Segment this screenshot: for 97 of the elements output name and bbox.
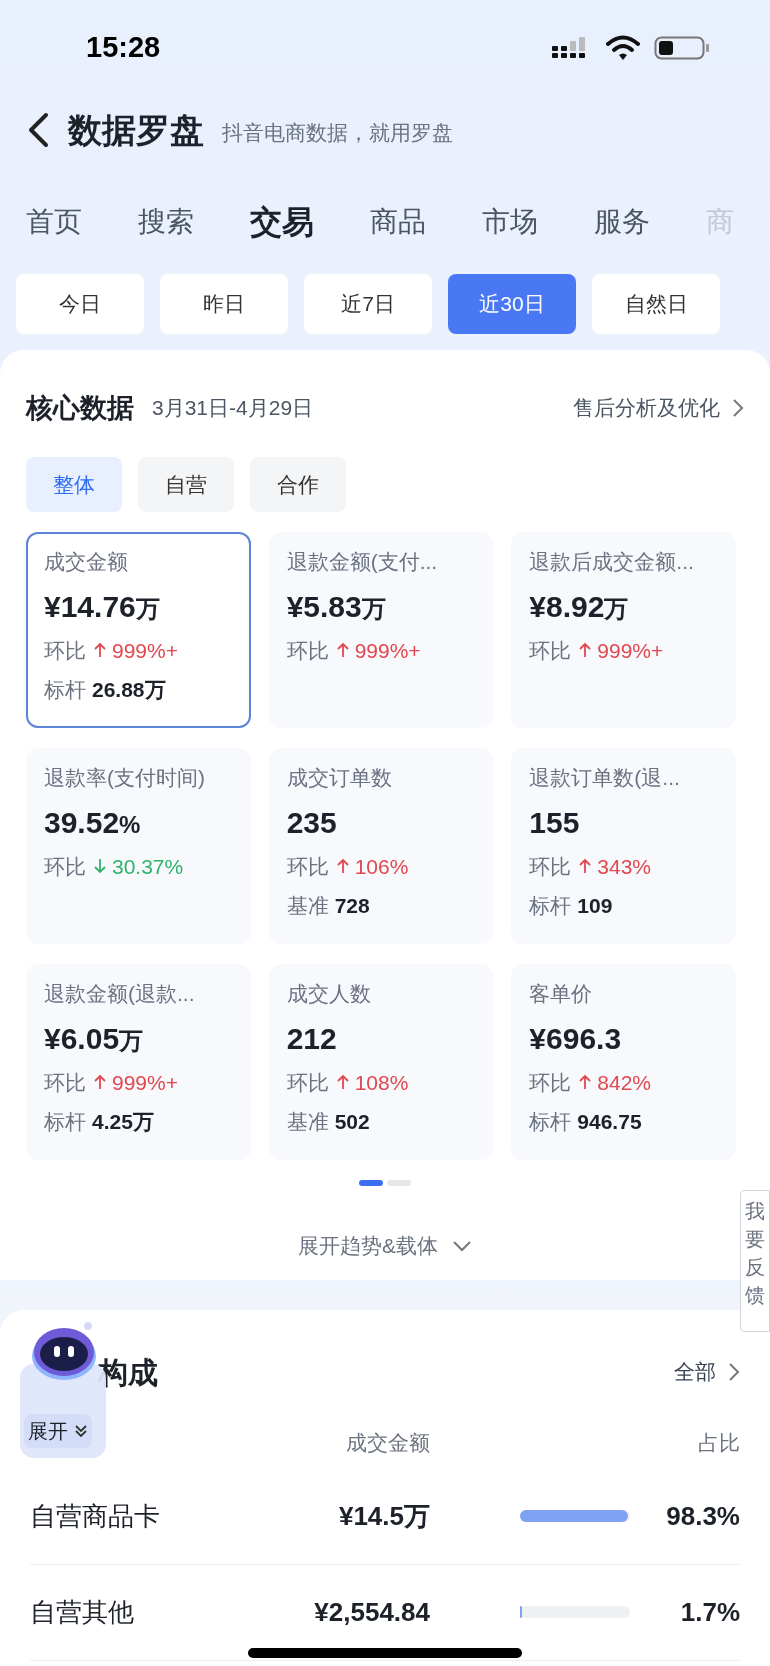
change-label: 环比 — [44, 637, 86, 664]
metric-label: 成交订单数 — [286, 765, 393, 791]
nav-tab[interactable]: 交易 — [250, 198, 314, 246]
change-value: 30.37% — [112, 853, 184, 880]
metric-value: ¥5.83万 — [286, 588, 387, 625]
metric-value: 212 — [286, 1020, 338, 1057]
metric-card[interactable]: 退款金额(支付... ¥5.83万 环比 999%+ — [268, 532, 494, 728]
metric-value: ¥696.3 — [529, 1020, 623, 1057]
chevron-down-icon — [452, 1239, 472, 1252]
battery-icon — [654, 35, 710, 61]
benchmark-label: 标杆 — [44, 677, 86, 703]
metric-label: 客单价 — [529, 981, 594, 1007]
metric-value: ¥6.05万 — [44, 1020, 145, 1057]
change-value: 999%+ — [112, 637, 178, 664]
change-value: 343% — [597, 853, 652, 880]
expand-trend-button[interactable]: 展开趋势&载体 — [298, 1230, 472, 1262]
metric-card[interactable]: 成交订单数 235 环比 106% 基准 728 — [268, 748, 494, 944]
date-range-chip[interactable]: 近30日 — [448, 274, 576, 334]
change-label: 环比 — [529, 637, 572, 664]
metric-card[interactable]: 客单价 ¥696.3 环比 842% 标杆 946.75 — [511, 964, 736, 1160]
change-value: 842% — [597, 1069, 652, 1096]
metric-card[interactable]: 成交人数 212 环比 108% 基准 502 — [268, 964, 494, 1160]
row-share: 98.3% — [665, 1499, 740, 1533]
metric-value: 155 — [529, 804, 581, 841]
row-share: 1.7% — [679, 1595, 740, 1629]
benchmark-label: 标杆 — [529, 893, 572, 919]
metric-label: 退款后成交金额... — [529, 549, 695, 575]
change-label: 环比 — [286, 1069, 329, 1096]
metric-value: ¥14.76万 — [44, 588, 161, 625]
section-title: 核心数据 — [26, 391, 134, 425]
metric-value: 235 — [286, 804, 338, 841]
segment-tab[interactable]: 合作 — [250, 457, 346, 512]
nav-tab[interactable]: 首页 — [26, 201, 82, 243]
benchmark-label: 基准 — [286, 1109, 329, 1135]
after-sales-link[interactable]: 售后分析及优化 — [573, 392, 744, 424]
date-range-chip[interactable]: 昨日 — [160, 274, 288, 334]
nav-tab[interactable]: 搜索 — [138, 201, 194, 243]
change-label: 环比 — [286, 637, 329, 664]
expand-assistant-button[interactable]: 展开 — [24, 1414, 92, 1448]
date-range-chip[interactable]: 自然日 — [592, 274, 720, 334]
metric-card[interactable]: 退款后成交金额... ¥8.92万 环比 999%+ — [511, 532, 736, 728]
metric-value: ¥8.92万 — [529, 588, 630, 625]
metric-label: 退款率(支付时间) — [44, 765, 206, 791]
benchmark-value: 502 — [334, 1109, 370, 1135]
nav-tab[interactable]: 服务 — [594, 201, 650, 243]
date-range-chip[interactable]: 今日 — [16, 274, 144, 334]
change-value: 999%+ — [354, 637, 421, 664]
column-header: 成交金额 — [345, 1430, 430, 1456]
row-name: 自营商品卡 — [30, 1499, 161, 1533]
metric-value: 39.52% — [44, 804, 142, 841]
page-title: 数据罗盘 — [68, 109, 204, 151]
metric-label: 成交金额 — [44, 549, 129, 575]
date-range: 3月31日-4月29日 — [152, 395, 314, 422]
change-label: 环比 — [44, 853, 86, 880]
feedback-tab[interactable]: 我要反馈 — [740, 1190, 770, 1332]
change-label: 环比 — [529, 1069, 572, 1096]
nav-tab[interactable]: 市场 — [482, 201, 538, 243]
row-amount: ¥2,554.84 — [313, 1595, 430, 1629]
date-range-chip[interactable]: 近7日 — [304, 274, 432, 334]
section-title: 构成 — [98, 1354, 158, 1391]
segment-tab[interactable]: 整体 — [26, 457, 122, 512]
change-value: 999%+ — [112, 1069, 178, 1096]
change-label: 环比 — [286, 853, 329, 880]
metric-card[interactable]: 退款率(支付时间) 39.52% 环比 30.37% — [26, 748, 251, 944]
metric-label: 退款金额(支付... — [286, 549, 439, 575]
chevron-right-icon — [732, 398, 744, 418]
benchmark-label: 标杆 — [529, 1109, 572, 1135]
metric-label: 退款金额(退款... — [44, 981, 196, 1007]
wifi-icon — [606, 35, 640, 61]
metric-card[interactable]: 退款金额(退款... ¥6.05万 环比 999%+ 标杆 4.25万 — [26, 964, 251, 1160]
benchmark-value: 4.25万 — [92, 1109, 154, 1135]
benchmark-label: 标杆 — [44, 1109, 86, 1135]
benchmark-value: 26.88万 — [92, 677, 166, 703]
benchmark-label: 基准 — [286, 893, 329, 919]
benchmark-value: 109 — [577, 893, 613, 919]
column-header: 占比 — [697, 1430, 740, 1456]
change-value: 108% — [354, 1069, 409, 1096]
row-amount: ¥14.5万 — [337, 1499, 430, 1533]
chevron-right-icon — [728, 1362, 740, 1382]
metric-label: 退款订单数(退... — [529, 765, 681, 791]
change-label: 环比 — [529, 853, 572, 880]
back-icon[interactable] — [26, 112, 50, 148]
change-value: 999%+ — [597, 637, 664, 664]
change-label: 环比 — [44, 1069, 86, 1096]
metric-card[interactable]: 退款订单数(退... 155 环比 343% 标杆 109 — [511, 748, 736, 944]
benchmark-value: 946.75 — [577, 1109, 642, 1135]
nav-tab[interactable]: 商品 — [370, 201, 426, 243]
all-link[interactable]: 全部 — [674, 1356, 740, 1388]
double-chevron-icon — [74, 1424, 88, 1438]
metric-card[interactable]: 成交金额 ¥14.76万 环比 999%+ 标杆 26.88万 — [26, 532, 251, 728]
page-subtitle: 抖音电商数据，就用罗盘 — [222, 120, 453, 147]
metric-label: 成交人数 — [286, 981, 372, 1007]
benchmark-value: 728 — [334, 893, 370, 919]
status-time: 15:28 — [86, 30, 161, 66]
change-value: 106% — [354, 853, 409, 880]
segment-tab[interactable]: 自营 — [138, 457, 234, 512]
row-name: 自营其他 — [30, 1595, 135, 1629]
